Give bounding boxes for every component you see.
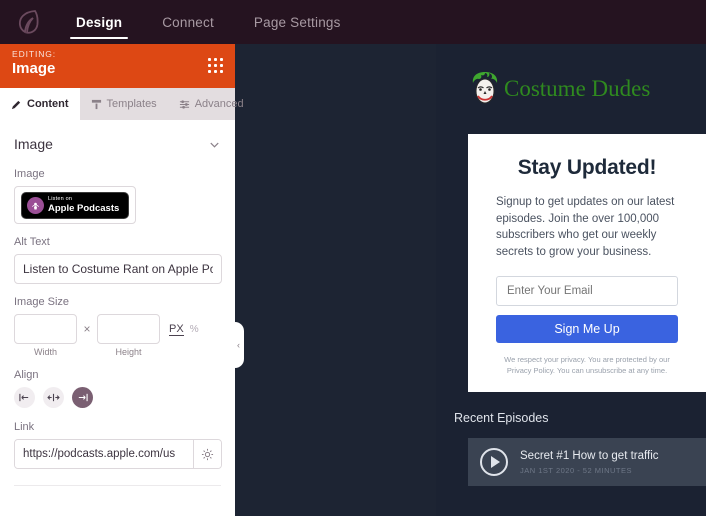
image-field-label: Image [14, 168, 45, 180]
play-circle-icon[interactable] [480, 448, 508, 476]
align-label: Align [14, 369, 39, 381]
signup-heading: Stay Updated! [517, 156, 657, 179]
image-size-label: Image Size [14, 296, 70, 308]
page-preview: Costume Dudes Stay Updated! Signup to ge… [436, 44, 706, 516]
image-thumbnail[interactable]: Listen on Apple Podcasts [14, 186, 136, 224]
editing-header-text: EDITING: Image [12, 49, 56, 78]
canvas-area: Costume Dudes Stay Updated! Signup to ge… [235, 44, 706, 516]
sliders-icon [179, 99, 189, 109]
joker-face-icon [472, 72, 498, 104]
unit-percent-option[interactable]: % [190, 324, 199, 335]
editor-sidebar: EDITING: Image Content Templates Advance… [0, 44, 244, 516]
panel-collapse-handle[interactable]: ‹ [233, 322, 244, 368]
panel-tabs: Content Templates Advanced [0, 88, 244, 120]
episode-list-item[interactable]: Secret #1 How to get traffic JAN 1ST 202… [468, 438, 706, 486]
align-center-icon [47, 393, 60, 402]
align-right-icon [78, 393, 88, 402]
play-triangle [491, 456, 500, 468]
size-sublabels: Width Height [14, 347, 221, 357]
height-sublabel: Height [115, 347, 142, 357]
apple-podcasts-icon [27, 196, 44, 214]
align-right-button[interactable] [72, 387, 93, 408]
signup-description: Signup to get updates on our latest epis… [496, 196, 675, 258]
grid-drag-handle-icon[interactable] [208, 58, 223, 73]
editing-title: Image [12, 60, 56, 77]
unit-px-option[interactable]: PX [169, 323, 184, 336]
email-input[interactable] [496, 276, 678, 306]
size-times-symbol: × [83, 322, 91, 336]
top-navigation-bar: Design Connect Page Settings [0, 0, 706, 44]
link-settings-button[interactable] [193, 440, 221, 468]
tab-templates-label: Templates [106, 98, 157, 110]
image-section-title: Image [14, 136, 53, 152]
section-divider [14, 485, 221, 486]
nav-tab-page-settings-label: Page Settings [253, 14, 341, 30]
image-section-header[interactable]: Image [14, 120, 221, 164]
gear-icon [201, 448, 214, 460]
tab-advanced-label: Advanced [194, 98, 244, 110]
tab-advanced[interactable]: Advanced [168, 88, 255, 120]
link-input-group [14, 439, 222, 469]
panel-body: Image Image Listen on Apple Podcasts Alt… [0, 120, 235, 516]
height-input[interactable] [97, 314, 160, 344]
align-left-icon [19, 393, 29, 402]
episode-text-block: Secret #1 How to get traffic JAN 1ST 202… [520, 450, 659, 475]
nav-tab-page-settings[interactable]: Page Settings [234, 0, 361, 44]
tab-content[interactable]: Content [0, 88, 80, 120]
link-input[interactable] [15, 440, 193, 468]
leaf-logo-icon [19, 10, 39, 34]
size-unit-toggle: PX % [169, 323, 199, 336]
preview-site-header: Costume Dudes [436, 44, 706, 134]
link-label: Link [14, 421, 35, 433]
chevron-down-icon[interactable] [208, 138, 221, 151]
alt-text-input[interactable] [14, 254, 222, 284]
align-button-group [14, 387, 221, 408]
app-root: Design Connect Page Settings Costume Dud… [0, 0, 706, 516]
signup-card: Stay Updated! Signup to get updates on o… [468, 134, 706, 392]
alt-text-label: Alt Text [14, 236, 50, 248]
editing-header: EDITING: Image [0, 44, 235, 88]
nav-tab-design-label: Design [76, 14, 123, 30]
privacy-note: We respect your privacy. You are protect… [504, 355, 670, 375]
nav-tab-connect-label: Connect [162, 14, 214, 30]
tab-templates[interactable]: Templates [80, 88, 168, 120]
preview-site-name: Costume Dudes [504, 76, 651, 101]
nav-tab-design[interactable]: Design [56, 0, 142, 44]
align-left-button[interactable] [14, 387, 35, 408]
apple-podcasts-badge-text: Listen on Apple Podcasts [48, 196, 120, 214]
sign-me-up-button[interactable]: Sign Me Up [496, 315, 678, 343]
badge-line-2: Apple Podcasts [48, 202, 120, 214]
episode-meta: JAN 1ST 2020 - 52 MINUTES [520, 465, 632, 475]
chevron-left-icon: ‹ [237, 339, 240, 350]
brand-logo[interactable] [0, 0, 56, 44]
template-icon [91, 99, 101, 109]
image-size-row: × PX % [14, 314, 221, 344]
editing-eyebrow: EDITING: [12, 49, 57, 59]
apple-podcasts-badge: Listen on Apple Podcasts [21, 191, 129, 219]
width-sublabel: Width [33, 347, 57, 357]
align-center-button[interactable] [43, 387, 64, 408]
badge-line-1: Listen on [48, 196, 73, 202]
nav-tab-connect[interactable]: Connect [142, 0, 234, 44]
episode-title: Secret #1 How to get traffic [520, 449, 659, 462]
tab-content-label: Content [27, 98, 69, 110]
pencil-icon [11, 100, 21, 109]
width-input[interactable] [14, 314, 77, 344]
recent-episodes-title: Recent Episodes [454, 411, 549, 425]
